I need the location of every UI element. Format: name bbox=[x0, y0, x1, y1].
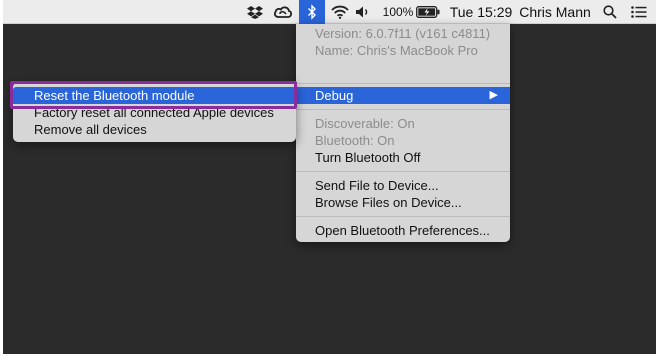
bluetooth-version: Version: 6.0.7f11 (v161 c4811) bbox=[315, 26, 491, 41]
send-file-item[interactable]: Send File to Device... bbox=[296, 177, 510, 194]
open-bluetooth-preferences-item[interactable]: Open Bluetooth Preferences... bbox=[296, 222, 510, 239]
turn-bluetooth-off-item[interactable]: Turn Bluetooth Off bbox=[296, 149, 510, 166]
menu-separator bbox=[296, 216, 510, 217]
battery-icon[interactable] bbox=[415, 0, 441, 24]
debug-menu-item[interactable]: Debug ▶ bbox=[296, 87, 510, 104]
dropbox-icon[interactable] bbox=[244, 0, 266, 24]
notification-center-icon[interactable] bbox=[628, 0, 650, 24]
submenu-arrow-icon: ▶ bbox=[489, 89, 498, 101]
creative-cloud-icon[interactable] bbox=[271, 0, 295, 24]
bluetooth-computer-name: Name: Chris's MacBook Pro bbox=[315, 43, 478, 58]
discoverable-status: Discoverable: On bbox=[315, 116, 415, 131]
battery-percent[interactable]: 100% bbox=[381, 0, 415, 24]
menubar-clock[interactable]: Tue 15:29 bbox=[448, 0, 514, 24]
bluetooth-icon[interactable] bbox=[299, 0, 325, 24]
bluetooth-status: Bluetooth: On bbox=[315, 133, 395, 148]
wifi-icon[interactable] bbox=[328, 0, 352, 24]
bluetooth-menu: Version: 6.0.7f11 (v161 c4811) Name: Chr… bbox=[296, 24, 510, 242]
spotlight-search-icon[interactable] bbox=[600, 0, 620, 24]
menubar-user-name[interactable]: Chris Mann bbox=[517, 0, 593, 24]
debug-menu-label: Debug bbox=[315, 88, 354, 103]
menu-bar: 100% Tue 15:29 Chris Mann bbox=[3, 0, 656, 24]
menu-separator bbox=[296, 109, 510, 110]
volume-icon[interactable] bbox=[353, 0, 373, 24]
menu-separator bbox=[296, 83, 510, 84]
remove-all-devices-item[interactable]: Remove all devices bbox=[13, 121, 296, 138]
menu-separator bbox=[296, 171, 510, 172]
highlight-annotation-box bbox=[10, 81, 297, 109]
browse-files-item[interactable]: Browse Files on Device... bbox=[296, 194, 510, 211]
